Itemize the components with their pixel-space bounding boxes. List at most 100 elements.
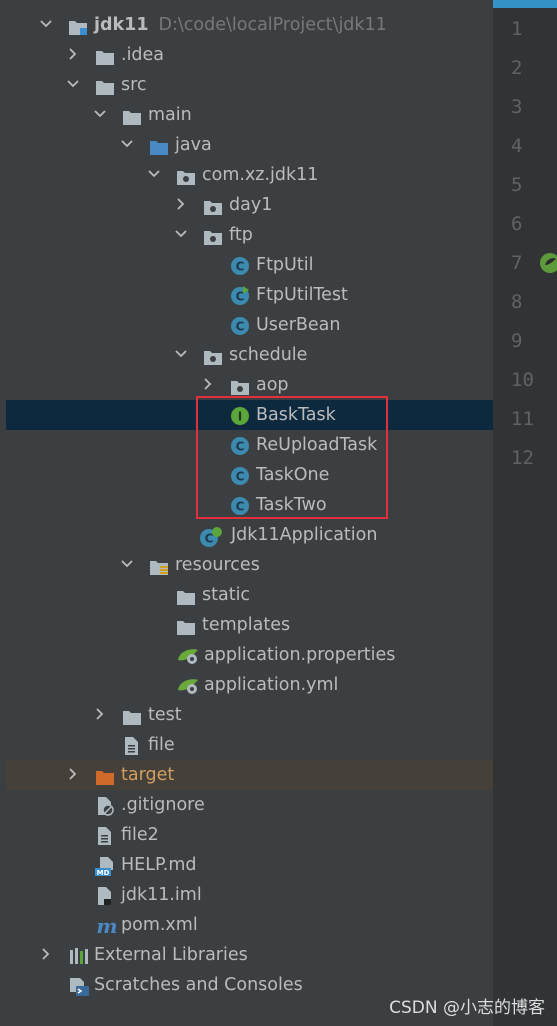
tree-row[interactable]: file2 xyxy=(0,820,493,850)
chevron-down-icon[interactable] xyxy=(92,100,108,130)
line-number: 8 xyxy=(511,291,523,313)
chevron-down-icon[interactable] xyxy=(38,10,54,40)
tree-row[interactable]: .idea xyxy=(0,40,493,70)
module-folder-icon xyxy=(68,16,88,35)
chevron-down-icon[interactable] xyxy=(173,220,189,250)
editor-gutter: 1 2 3 4 5 6 7 8 9 10 11 12 xyxy=(493,0,557,1026)
tree-row[interactable]: file xyxy=(0,730,493,760)
tree-row-label: UserBean xyxy=(256,315,341,335)
folder-icon xyxy=(176,586,196,605)
svg-text:C: C xyxy=(236,260,245,274)
tree-row-label: .gitignore xyxy=(121,795,205,815)
line-number: 6 xyxy=(511,213,523,235)
line-number: 5 xyxy=(511,174,523,196)
chevron-right-icon[interactable] xyxy=(38,940,54,970)
tree-row-label: src xyxy=(121,75,147,95)
spring-config-icon xyxy=(176,676,198,694)
tree-row-label: target xyxy=(121,765,175,785)
tree-row-label: FtpUtil xyxy=(256,255,314,275)
folder-icon xyxy=(122,106,142,125)
tree-row-label: application.properties xyxy=(204,645,396,665)
tree-row[interactable]: .gitignore xyxy=(0,790,493,820)
spring-app-icon: C xyxy=(199,526,222,547)
chevron-down-icon[interactable] xyxy=(119,130,135,160)
chevron-right-icon[interactable] xyxy=(173,190,189,220)
line-number: 11 xyxy=(511,408,534,430)
package-icon xyxy=(203,226,223,245)
excluded-folder-icon xyxy=(95,766,115,785)
tree-row[interactable]: ftp xyxy=(0,220,493,250)
tree-row[interactable]: jdk11 D:\code\localProject\jdk11 xyxy=(0,10,493,40)
line-number: 12 xyxy=(511,447,534,469)
tree-row[interactable]: main xyxy=(0,100,493,130)
tree-row[interactable]: C FtpUtilTest xyxy=(0,280,493,310)
folder-icon xyxy=(176,616,196,635)
tree-row-label: jdk11.iml xyxy=(121,885,202,905)
svg-text:C: C xyxy=(205,532,214,546)
tree-row[interactable]: java xyxy=(0,130,493,160)
chevron-right-icon[interactable] xyxy=(92,700,108,730)
libraries-icon xyxy=(68,946,88,964)
project-path: D:\code\localProject\jdk11 xyxy=(158,15,387,35)
tree-row[interactable]: templates xyxy=(0,610,493,640)
tree-row[interactable]: C UserBean xyxy=(0,310,493,340)
tree-row-label: .idea xyxy=(121,45,165,65)
tree-row[interactable]: MD HELP.md xyxy=(0,850,493,880)
line-number: 2 xyxy=(511,57,523,79)
tree-row[interactable]: C FtpUtil xyxy=(0,250,493,280)
chevron-right-icon[interactable] xyxy=(65,40,81,70)
tree-row[interactable]: test xyxy=(0,700,493,730)
svg-text:C: C xyxy=(236,320,245,334)
source-folder-icon xyxy=(149,136,169,155)
tree-row[interactable]: C Jdk11Application xyxy=(0,520,493,550)
tree-row-label: static xyxy=(202,585,251,605)
line-number: 4 xyxy=(511,135,523,157)
tree-row[interactable]: application.properties xyxy=(0,640,493,670)
tree-row[interactable]: resources xyxy=(0,550,493,580)
tree-row-label: application.yml xyxy=(204,675,339,695)
tree-row[interactable]: day1 xyxy=(0,190,493,220)
class-icon: C xyxy=(230,316,250,335)
file-icon xyxy=(122,736,142,755)
watermark: CSDN @小志的博客 xyxy=(389,998,545,1018)
package-icon xyxy=(203,346,223,365)
tree-row[interactable]: application.yml xyxy=(0,670,493,700)
tree-row[interactable]: jdk11.iml xyxy=(0,880,493,910)
tree-row-label: Scratches and Consoles xyxy=(94,975,303,995)
markdown-icon: MD xyxy=(95,856,115,877)
tree-row-label: External Libraries xyxy=(94,945,248,965)
tree-row-label: schedule xyxy=(229,345,308,365)
spring-config-icon xyxy=(176,646,198,664)
tree-row[interactable]: m pom.xml xyxy=(0,910,493,940)
chevron-down-icon[interactable] xyxy=(65,70,81,100)
tree-row-label: main xyxy=(148,105,192,125)
tree-row[interactable]: static xyxy=(0,580,493,610)
tree-row[interactable]: target xyxy=(6,760,493,790)
chevron-down-icon[interactable] xyxy=(119,550,135,580)
class-icon: C xyxy=(230,256,250,275)
maven-icon: m xyxy=(95,914,117,938)
folder-icon xyxy=(95,46,115,65)
tree-row[interactable]: src xyxy=(0,70,493,100)
chevron-down-icon[interactable] xyxy=(146,160,162,190)
tree-row-label: Jdk11Application xyxy=(231,525,378,545)
spring-bean-gutter-icon[interactable] xyxy=(539,252,557,274)
tree-row-label: FtpUtilTest xyxy=(256,285,348,305)
tree-row-label: HELP.md xyxy=(121,855,197,875)
tree-row[interactable]: com.xz.jdk11 xyxy=(0,160,493,190)
tree-row[interactable]: schedule xyxy=(0,340,493,370)
chevron-down-icon[interactable] xyxy=(173,340,189,370)
line-number: 10 xyxy=(511,369,534,391)
folder-icon xyxy=(95,76,115,95)
editor-tab-indicator xyxy=(493,0,557,8)
tree-row[interactable]: External Libraries xyxy=(0,940,493,970)
tree-row-label: templates xyxy=(202,615,291,635)
folder-icon xyxy=(122,706,142,725)
highlight-box xyxy=(196,396,388,519)
line-number: 3 xyxy=(511,96,523,118)
class-run-icon: C xyxy=(230,286,250,305)
tree-row-label: jdk11 D:\code\localProject\jdk11 xyxy=(94,15,387,35)
svg-text:m: m xyxy=(96,916,117,936)
file-icon xyxy=(95,826,115,845)
chevron-right-icon[interactable] xyxy=(65,760,81,790)
